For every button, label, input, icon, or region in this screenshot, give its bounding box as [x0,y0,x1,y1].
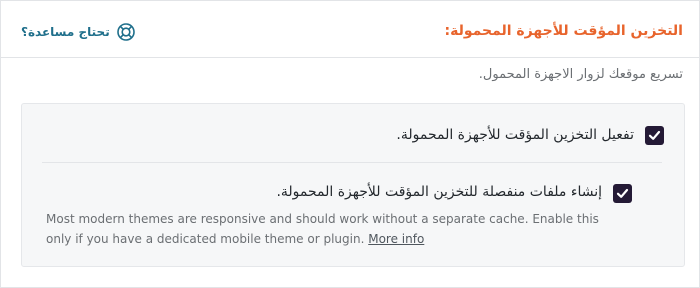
lifebuoy-icon [116,22,136,42]
separate-mobile-cache-label[interactable]: إنشاء ملفات منفصلة للتخزين المؤقت للأجهز… [276,184,602,200]
section-subtitle: تسريع موقعك لزوار الاجهزة المحمول. [478,67,683,82]
settings-box: تفعيل التخزين المؤقت للأجهزة المحمولة. إ… [21,103,685,267]
mobile-cache-panel: تحتاج مساعدة؟ التخزين المؤقت للأجهزة الم… [0,0,700,288]
checkmark-icon [616,188,629,198]
description-text: Most modern themes are responsive and sh… [46,212,599,246]
enable-mobile-cache-checkbox[interactable] [645,126,664,145]
section-header: تحتاج مساعدة؟ التخزين المؤقت للأجهزة الم… [1,1,699,58]
divider [42,162,662,163]
section-title: التخزين المؤقت للأجهزة المحمولة: [444,23,684,39]
option-description: Most modern themes are responsive and sh… [46,209,606,249]
help-link[interactable]: تحتاج مساعدة؟ [21,21,136,43]
separate-mobile-cache-checkbox[interactable] [613,184,632,203]
more-info-link[interactable]: More info [368,232,424,246]
checkmark-icon [648,130,661,140]
help-label: تحتاج مساعدة؟ [21,25,110,39]
enable-mobile-cache-label[interactable]: تفعيل التخزين المؤقت للأجهزة المحمولة. [396,127,634,143]
